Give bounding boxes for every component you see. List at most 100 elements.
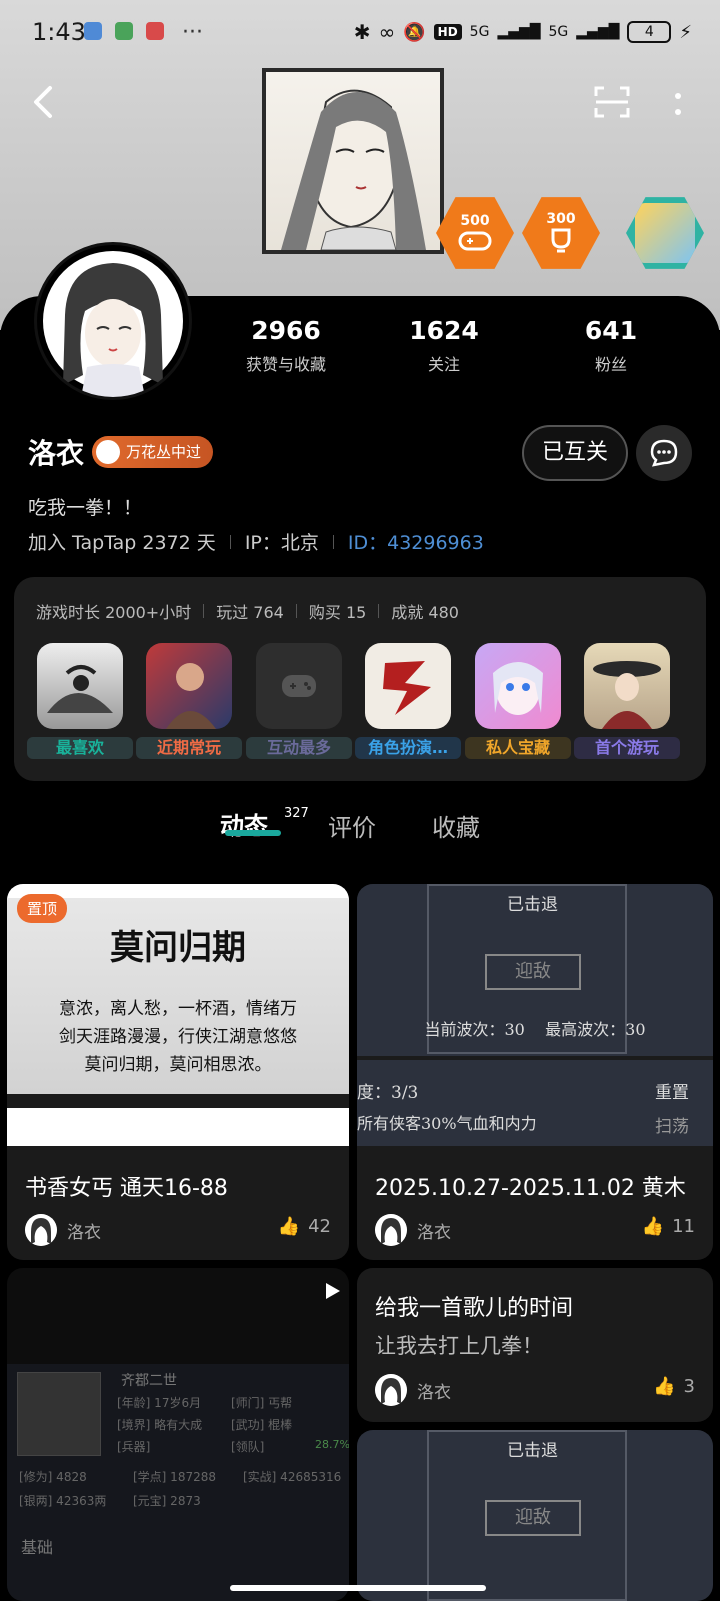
status-time: 1:43 bbox=[32, 18, 86, 46]
game-icon-favorite[interactable] bbox=[37, 643, 123, 729]
back-arrow-icon[interactable] bbox=[28, 84, 60, 120]
post-image-text: 所有侠客30%气血和内力 bbox=[357, 1114, 537, 1133]
post-image-text: [银两] 42363两 bbox=[19, 1494, 107, 1508]
divider bbox=[378, 604, 380, 618]
stat-label: 关注 bbox=[427, 355, 460, 374]
scan-icon[interactable] bbox=[592, 84, 632, 120]
network-5g-label: 5G bbox=[548, 24, 569, 40]
feed-card[interactable]: 已击退 迎敌 bbox=[357, 1430, 713, 1601]
post-title: 2025.10.27-2025.11.02 黄木 bbox=[375, 1176, 686, 1201]
chat-icon bbox=[650, 439, 678, 467]
network-5g-label: 5G bbox=[469, 24, 490, 40]
notification-app-icon bbox=[115, 22, 133, 40]
post-image-text: 已击退 bbox=[507, 895, 558, 915]
title-badge[interactable]: 万花丛中过 bbox=[92, 436, 214, 468]
post-image-text: 齐鄀二世 bbox=[121, 1373, 177, 1389]
game-icon-treasure[interactable] bbox=[475, 643, 561, 729]
hd-indicator: HD bbox=[433, 24, 462, 40]
divider bbox=[203, 604, 205, 618]
badge-count: 500 bbox=[460, 213, 490, 229]
game-icon-interaction[interactable] bbox=[256, 643, 342, 729]
battery-level: 4 bbox=[644, 24, 654, 40]
avatar bbox=[25, 1214, 57, 1246]
stat-followers[interactable]: 641 粉丝 bbox=[541, 316, 681, 375]
feed-card-video[interactable]: 齐鄀二世 [年龄] 17岁6月 [师门] 丐帮 [境界] 略有大成 [武功] 棍… bbox=[7, 1268, 349, 1601]
post-author[interactable]: 洛衣 bbox=[375, 1214, 451, 1246]
user-meta: 加入 TapTap 2372 天 IP：北京 ID：43296963 bbox=[28, 528, 484, 555]
tab-posts-count: 327 bbox=[284, 806, 309, 821]
trophy-icon bbox=[551, 228, 571, 253]
play-icon bbox=[323, 1282, 341, 1300]
post-image-text: [修为] 4828 bbox=[19, 1470, 87, 1484]
tab-reviews[interactable]: 评价 bbox=[328, 808, 376, 843]
feed-card[interactable]: 已击退 迎敌 当前波次：30 最高波次：30 度：3/3 重置 所有侠客30%气… bbox=[357, 884, 713, 1260]
title-badge-label: 万花丛中过 bbox=[126, 443, 202, 461]
game-tag-rpg: 角色扮演… bbox=[355, 737, 461, 759]
game-icon-rpg[interactable] bbox=[365, 643, 451, 729]
like-count: 42 bbox=[308, 1216, 331, 1237]
post-image-text: [实战] 42685316 bbox=[243, 1470, 342, 1484]
post-image: 莫问归期 意浓，离人愁，一杯酒，情绪万 剑天涯路漫漫，行侠江湖意悠悠 莫问归期，… bbox=[7, 884, 349, 1146]
mutual-follow-button[interactable]: 已互关 bbox=[522, 425, 628, 481]
game-summary-panel[interactable]: 游戏时长 2000+小时 玩过 764 购买 15 成就 480 最喜欢 近期常… bbox=[14, 577, 706, 781]
thumbs-up-icon: 👍 bbox=[641, 1216, 665, 1237]
stat-value: 2966 bbox=[251, 316, 321, 345]
divider bbox=[332, 534, 334, 549]
post-author[interactable]: 洛衣 bbox=[25, 1214, 101, 1246]
tab-favorites[interactable]: 收藏 bbox=[432, 808, 480, 843]
post-title: 给我一首歌儿的时间 bbox=[375, 1296, 574, 1321]
user-id[interactable]: ID：43296963 bbox=[348, 528, 484, 555]
battery-icon: 4 bbox=[627, 21, 672, 43]
post-excerpt: 让我去打上几拳！ bbox=[375, 1334, 543, 1358]
more-vertical-icon[interactable] bbox=[672, 90, 684, 120]
status-indicators: ✱ ∞ 🔕 HD 5G ▂▄▆█ 5G ▂▄▆█ 4 ⚡ bbox=[354, 18, 692, 46]
feed-card[interactable]: 莫问归期 意浓，离人愁，一杯酒，情绪万 剑天涯路漫漫，行侠江湖意悠悠 莫问归期，… bbox=[7, 884, 349, 1260]
post-image-line: 剑天涯路漫漫，行侠江湖意悠悠 bbox=[59, 1027, 297, 1047]
badge-count: 300 bbox=[546, 211, 576, 227]
post-image-text: 度：3/3 bbox=[357, 1083, 419, 1103]
active-tab-indicator bbox=[225, 830, 281, 836]
post-image-text: 基础 bbox=[21, 1538, 54, 1557]
avatar bbox=[375, 1214, 407, 1246]
post-image-text: 已击退 bbox=[507, 1441, 558, 1461]
post-image-text: 扫荡 bbox=[655, 1117, 689, 1137]
feed-card-text[interactable]: 给我一首歌儿的时间 让我去打上几拳！ 洛衣 👍 3 bbox=[357, 1268, 713, 1422]
ip-location: IP：北京 bbox=[244, 532, 319, 554]
divider bbox=[295, 604, 297, 618]
message-button[interactable] bbox=[636, 425, 692, 481]
post-image-text: [武功] 棍棒 bbox=[231, 1418, 293, 1432]
post-image-text: [元宝] 2873 bbox=[133, 1494, 201, 1508]
stat-following[interactable]: 1624 关注 bbox=[374, 316, 514, 375]
divider bbox=[229, 534, 231, 549]
bluetooth-icon: ✱ bbox=[353, 20, 371, 44]
author-name: 洛衣 bbox=[417, 1222, 451, 1243]
post-title: 书香女丐 通天16-88 bbox=[25, 1176, 228, 1201]
game-icon-recent[interactable] bbox=[146, 643, 232, 729]
post-image: 已击退 迎敌 当前波次：30 最高波次：30 度：3/3 重置 所有侠客30%气… bbox=[357, 884, 713, 1146]
like-button[interactable]: 👍 42 bbox=[278, 1216, 331, 1237]
game-tag-interaction: 互动最多 bbox=[246, 737, 352, 759]
post-image-text: [年龄] 17岁6月 bbox=[117, 1396, 202, 1410]
achievements: 成就 480 bbox=[391, 603, 459, 622]
avatar[interactable] bbox=[34, 242, 192, 400]
play-time: 游戏时长 2000+小时 bbox=[36, 603, 192, 622]
post-author[interactable]: 洛衣 bbox=[375, 1374, 451, 1406]
author-name: 洛衣 bbox=[67, 1222, 101, 1243]
link-icon: ∞ bbox=[378, 20, 396, 44]
post-image-text: [师门] 丐帮 bbox=[231, 1396, 293, 1410]
like-button[interactable]: 👍 11 bbox=[642, 1216, 695, 1237]
charging-icon: ⚡ bbox=[679, 21, 692, 43]
avatar bbox=[375, 1374, 407, 1406]
post-image: 齐鄀二世 [年龄] 17岁6月 [师门] 丐帮 [境界] 略有大成 [武功] 棍… bbox=[7, 1364, 349, 1601]
home-indicator[interactable] bbox=[230, 1585, 486, 1591]
post-image-text: [学点] 187288 bbox=[133, 1470, 216, 1484]
game-icon-first[interactable] bbox=[584, 643, 670, 729]
stat-likes-favorites[interactable]: 2966 获赞与收藏 bbox=[216, 316, 356, 375]
profile-cover-image bbox=[262, 68, 444, 254]
post-image-line: 意浓，离人愁，一杯酒，情绪万 bbox=[59, 999, 297, 1019]
more-notifications-icon: ··· bbox=[182, 20, 203, 45]
signal-icon: ▂▄▆█ bbox=[497, 24, 541, 40]
game-tag-treasure: 私人宝藏 bbox=[465, 737, 571, 759]
author-name: 洛衣 bbox=[417, 1382, 451, 1403]
like-button[interactable]: 👍 3 bbox=[653, 1376, 695, 1397]
